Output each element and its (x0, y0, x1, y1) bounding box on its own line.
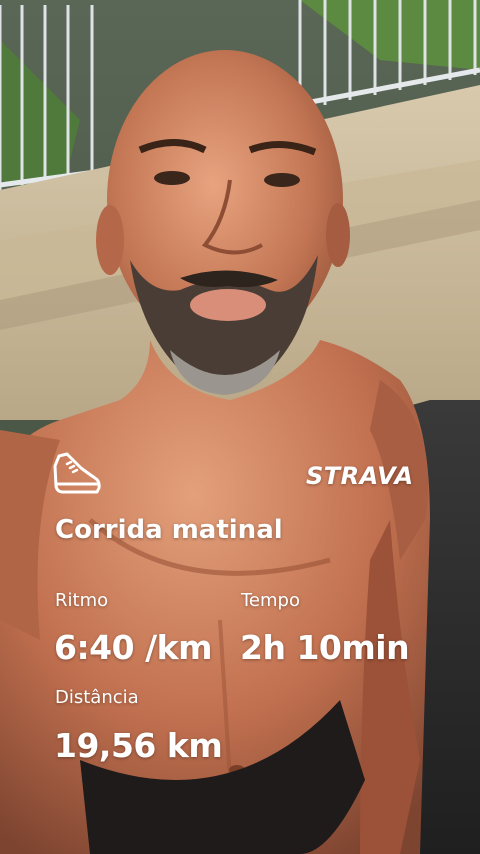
running-shoe-icon (53, 452, 101, 498)
distance-value: 19,56 km (54, 726, 223, 765)
activity-title: Corrida matinal (55, 515, 283, 545)
pace-value: 6:40 /km (54, 628, 212, 667)
time-value: 2h 10min (240, 628, 410, 667)
brand-logo: STRAVA (306, 462, 414, 490)
pace-label: Ritmo (55, 590, 109, 611)
distance-label: Distância (55, 687, 139, 708)
time-label: Tempo (241, 590, 300, 611)
activity-overlay: STRAVA Corrida matinal Ritmo 6:40 /km Te… (0, 0, 480, 854)
